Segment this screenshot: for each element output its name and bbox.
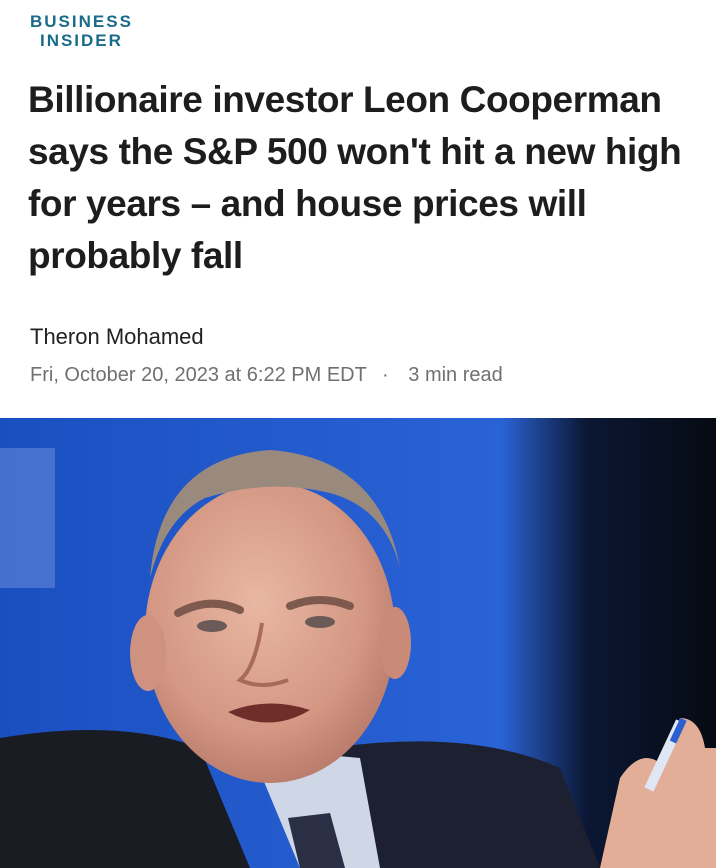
article-hero-image: [0, 418, 716, 868]
meta-separator: ·: [382, 364, 389, 386]
logo-line-1: BUSINESS: [30, 12, 133, 31]
business-insider-logo[interactable]: BUSINESS INSIDER: [30, 12, 133, 50]
article-headline: Billionaire investor Leon Cooperman says…: [28, 79, 682, 276]
read-time: 3 min read: [408, 364, 503, 386]
logo-line-2: INSIDER: [39, 31, 123, 50]
author-name[interactable]: Theron Mohamed: [30, 324, 204, 350]
article-meta: Fri, October 20, 2023 at 6:22 PM EDT · 3…: [30, 364, 503, 387]
publish-date: Fri, October 20, 2023 at 6:22 PM EDT: [30, 364, 367, 386]
portrait-illustration: [0, 418, 716, 868]
